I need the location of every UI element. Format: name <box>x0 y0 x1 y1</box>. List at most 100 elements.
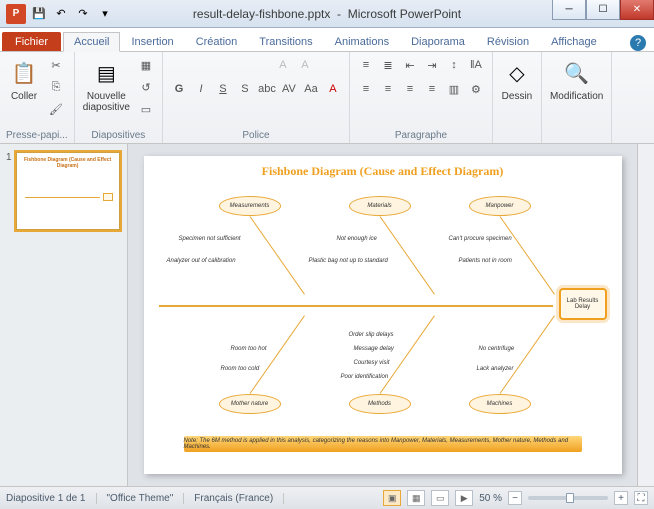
tab-animations[interactable]: Animations <box>324 32 400 51</box>
strikethrough-icon[interactable]: S <box>235 79 255 99</box>
fit-window-icon[interactable]: ⛶ <box>634 491 648 505</box>
clipboard-icon: 📋 <box>8 57 40 89</box>
category-mother-nature: Mother nature <box>219 394 281 414</box>
font-color-icon[interactable]: A <box>323 79 343 99</box>
format-painter-icon[interactable]: 🖌 <box>46 99 66 119</box>
char-spacing-icon[interactable]: AV <box>279 79 299 99</box>
smartart-icon[interactable]: ⚙ <box>466 79 486 99</box>
change-case-icon[interactable]: Aa <box>301 79 321 99</box>
line-spacing-icon[interactable]: ↕ <box>444 55 464 75</box>
help-icon[interactable]: ? <box>630 35 646 51</box>
editing-button[interactable]: 🔍 Modification <box>548 55 605 104</box>
ribbon-tabs: Fichier Accueil Insertion Création Trans… <box>0 28 654 52</box>
italic-icon[interactable]: I <box>191 79 211 99</box>
workspace: 1 Fishbone Diagram (Cause and Effect Dia… <box>0 144 654 486</box>
zoom-slider[interactable] <box>528 496 608 500</box>
ribbon: 📋 Coller ✂ ⎘ 🖌 Presse-papi... ▤ Nouvelle… <box>0 52 654 144</box>
justify-icon[interactable]: ≡ <box>422 79 442 99</box>
cause-text: Room too hot <box>231 346 267 352</box>
numbering-icon[interactable]: ≣ <box>378 55 398 75</box>
save-icon[interactable]: 💾 <box>30 5 48 23</box>
cause-text: Poor identification <box>341 374 389 380</box>
shapes-icon: ◇ <box>501 57 533 89</box>
window-title: result-delay-fishbone.pptx - Microsoft P… <box>193 7 461 21</box>
paste-button[interactable]: 📋 Coller <box>6 55 42 104</box>
new-slide-icon: ▤ <box>90 57 122 89</box>
cause-text: Analyzer out of calibration <box>167 258 236 264</box>
ribbon-group-drawing: ◇ Dessin <box>493 52 542 143</box>
status-theme: "Office Theme" <box>107 493 185 504</box>
ribbon-group-paragraph: ≡ ≣ ⇤ ⇥ ↕ ‖A ≡ ≡ ≡ ≡ ▥ ⚙ Paragraphe <box>350 52 493 143</box>
thumbnail-number: 1 <box>6 152 12 230</box>
view-slideshow-icon[interactable]: ▶ <box>455 490 473 506</box>
zoom-out-button[interactable]: − <box>508 491 522 505</box>
vertical-scrollbar[interactable] <box>637 144 654 486</box>
reset-icon[interactable]: ↺ <box>136 77 156 97</box>
copy-icon[interactable]: ⎘ <box>46 77 66 97</box>
tab-affichage[interactable]: Affichage <box>540 32 608 51</box>
drawing-button[interactable]: ◇ Dessin <box>499 55 535 104</box>
cause-text: Order slip delays <box>349 332 394 338</box>
zoom-level: 50 % <box>479 493 502 504</box>
align-left-icon[interactable]: ≡ <box>356 79 376 99</box>
ribbon-group-clipboard: 📋 Coller ✂ ⎘ 🖌 Presse-papi... <box>0 52 75 143</box>
shadow-icon[interactable]: abc <box>257 79 277 99</box>
cause-text: Specimen not sufficient <box>179 236 241 242</box>
status-slide-info: Diapositive 1 de 1 <box>6 493 97 504</box>
fishbone-head: Lab Results Delay <box>559 288 607 320</box>
status-language[interactable]: Français (France) <box>194 493 284 504</box>
window-controls: ─ ☐ ✕ <box>552 0 654 27</box>
undo-icon[interactable]: ↶ <box>52 5 70 23</box>
view-sorter-icon[interactable]: ▦ <box>407 490 425 506</box>
decrease-indent-icon[interactable]: ⇤ <box>400 55 420 75</box>
zoom-in-button[interactable]: + <box>614 491 628 505</box>
align-right-icon[interactable]: ≡ <box>400 79 420 99</box>
tab-diaporama[interactable]: Diaporama <box>400 32 476 51</box>
quick-access-toolbar: P 💾 ↶ ↷ ▾ <box>0 4 114 24</box>
minimize-button[interactable]: ─ <box>552 0 586 20</box>
slide-thumbnail-1[interactable]: Fishbone Diagram (Cause and Effect Diagr… <box>16 152 120 230</box>
layout-icon[interactable]: ▦ <box>136 55 156 75</box>
new-slide-button[interactable]: ▤ Nouvelle diapositive <box>81 55 132 115</box>
text-direction-icon[interactable]: ‖A <box>466 55 486 75</box>
slide-editor[interactable]: Fishbone Diagram (Cause and Effect Diagr… <box>128 144 637 486</box>
tab-insertion[interactable]: Insertion <box>120 32 184 51</box>
cause-text: No centrifuge <box>479 346 515 352</box>
align-center-icon[interactable]: ≡ <box>378 79 398 99</box>
increase-indent-icon[interactable]: ⇥ <box>422 55 442 75</box>
cause-text: Plastic bag not up to standard <box>309 258 388 264</box>
cause-text: Lack analyzer <box>477 366 514 372</box>
bold-icon[interactable]: G <box>169 79 189 99</box>
slide-note: Note: The 6M method is applied in this a… <box>184 436 582 452</box>
cause-text: Message delay <box>354 346 394 352</box>
tab-file[interactable]: Fichier <box>2 32 61 51</box>
grow-font-icon[interactable]: A <box>273 55 293 75</box>
underline-icon[interactable]: S <box>213 79 233 99</box>
category-methods: Methods <box>349 394 411 414</box>
bone <box>499 315 554 393</box>
font-size-select[interactable] <box>241 55 271 75</box>
bullets-icon[interactable]: ≡ <box>356 55 376 75</box>
category-machines: Machines <box>469 394 531 414</box>
font-family-select[interactable] <box>169 55 239 75</box>
cut-icon[interactable]: ✂ <box>46 55 66 75</box>
slide-canvas[interactable]: Fishbone Diagram (Cause and Effect Diagr… <box>144 156 622 474</box>
tab-transitions[interactable]: Transitions <box>248 32 323 51</box>
tab-creation[interactable]: Création <box>185 32 249 51</box>
close-button[interactable]: ✕ <box>620 0 654 20</box>
view-reading-icon[interactable]: ▭ <box>431 490 449 506</box>
columns-icon[interactable]: ▥ <box>444 79 464 99</box>
view-normal-icon[interactable]: ▣ <box>383 490 401 506</box>
maximize-button[interactable]: ☐ <box>586 0 620 20</box>
category-materials: Materials <box>349 196 411 216</box>
fishbone-spine <box>159 305 553 307</box>
titlebar: P 💾 ↶ ↷ ▾ result-delay-fishbone.pptx - M… <box>0 0 654 28</box>
qat-dropdown-icon[interactable]: ▾ <box>96 5 114 23</box>
redo-icon[interactable]: ↷ <box>74 5 92 23</box>
shrink-font-icon[interactable]: A <box>295 55 315 75</box>
cause-text: Patients not in room <box>459 258 512 264</box>
tab-revision[interactable]: Révision <box>476 32 540 51</box>
bone <box>249 216 304 294</box>
section-icon[interactable]: ▭ <box>136 99 156 119</box>
tab-accueil[interactable]: Accueil <box>63 32 120 52</box>
